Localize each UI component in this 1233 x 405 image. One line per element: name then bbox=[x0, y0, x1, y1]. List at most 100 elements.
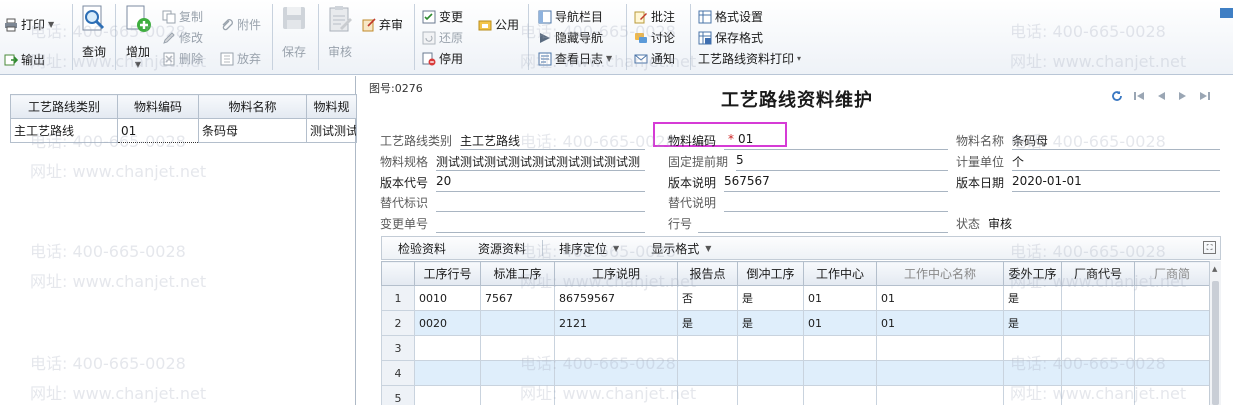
table-row[interactable]: 5 bbox=[381, 385, 1210, 405]
change-button[interactable]: 变更 bbox=[422, 8, 463, 26]
table-cell[interactable] bbox=[677, 385, 738, 405]
table-cell[interactable] bbox=[1061, 385, 1135, 405]
column-header[interactable]: 物料编码 bbox=[117, 94, 199, 119]
abandon-button[interactable]: 放弃 bbox=[220, 50, 261, 68]
table-row[interactable]: 4 bbox=[381, 360, 1210, 386]
table-cell[interactable]: 条码母 bbox=[198, 118, 307, 143]
table-cell[interactable] bbox=[1061, 285, 1135, 311]
save-format-button[interactable]: 保存格式 bbox=[698, 29, 763, 47]
table-cell[interactable]: 测试测试 bbox=[306, 118, 357, 143]
table-cell[interactable] bbox=[554, 335, 678, 361]
table-cell[interactable]: 01 bbox=[876, 285, 1004, 311]
column-header[interactable]: 物料名称 bbox=[198, 94, 307, 119]
column-header[interactable]: 物料规 bbox=[306, 94, 357, 119]
table-cell[interactable] bbox=[414, 360, 481, 386]
column-header[interactable]: 厂商代号 bbox=[1061, 261, 1135, 286]
table-cell[interactable]: 是 bbox=[737, 285, 804, 311]
column-header[interactable]: 工序行号 bbox=[414, 261, 481, 286]
material-code-field[interactable]: 物料编码 * 01 bbox=[668, 130, 948, 150]
table-cell[interactable]: 86759567 bbox=[554, 285, 678, 311]
disable-button[interactable]: 停用 bbox=[422, 50, 463, 68]
table-cell[interactable]: 01 bbox=[803, 310, 877, 336]
table-cell[interactable]: 2121 bbox=[554, 310, 678, 336]
table-row[interactable]: 3 bbox=[381, 335, 1210, 361]
table-cell[interactable] bbox=[1061, 360, 1135, 386]
output-button[interactable]: 输出 bbox=[4, 51, 45, 69]
table-cell[interactable] bbox=[1134, 335, 1210, 361]
table-cell[interactable]: 是 bbox=[677, 310, 738, 336]
table-cell[interactable]: 7567 bbox=[480, 285, 555, 311]
table-cell[interactable] bbox=[1061, 310, 1135, 336]
table-cell[interactable]: 是 bbox=[737, 310, 804, 336]
table-cell[interactable] bbox=[1061, 335, 1135, 361]
version-code-field[interactable]: 版本代号 20 bbox=[380, 172, 645, 192]
prev-record-icon[interactable] bbox=[1155, 90, 1167, 102]
inspect-data-button[interactable]: 检验资料 bbox=[382, 240, 462, 257]
table-cell[interactable] bbox=[1003, 335, 1062, 361]
table-cell[interactable] bbox=[414, 385, 481, 405]
route-type-field[interactable]: 工艺路线类别 主工艺路线 bbox=[380, 130, 645, 150]
table-cell[interactable] bbox=[1134, 385, 1210, 405]
display-format-button[interactable]: 显示格式 ▼ bbox=[635, 240, 727, 257]
table-cell[interactable] bbox=[737, 335, 804, 361]
sort-locate-button[interactable]: 排序定位 ▼ bbox=[543, 240, 635, 257]
format-settings-button[interactable]: 格式设置 bbox=[698, 8, 763, 26]
column-header[interactable]: 工艺路线类别 bbox=[10, 94, 118, 119]
attach-button[interactable]: 附件 bbox=[220, 16, 261, 34]
delete-button[interactable]: 删除 bbox=[162, 50, 203, 68]
modify-button[interactable]: 修改 bbox=[162, 29, 203, 47]
table-cell[interactable] bbox=[480, 385, 555, 405]
copy-button[interactable]: 复制 bbox=[162, 8, 203, 26]
version-desc-field[interactable]: 版本说明 567567 bbox=[668, 172, 948, 192]
ribbon-collapse-tab[interactable] bbox=[1220, 8, 1233, 18]
nav-bar-button[interactable]: 导航栏目 bbox=[538, 8, 603, 26]
sub-flag-field[interactable]: 替代标识 bbox=[380, 192, 645, 212]
table-cell[interactable] bbox=[876, 385, 1004, 405]
hide-nav-button[interactable]: 隐藏导航 bbox=[538, 29, 603, 47]
column-header[interactable]: 报告点 bbox=[677, 261, 738, 286]
table-cell[interactable] bbox=[737, 360, 804, 386]
table-cell[interactable] bbox=[554, 360, 678, 386]
table-cell[interactable] bbox=[1003, 360, 1062, 386]
table-cell[interactable]: 否 bbox=[677, 285, 738, 311]
table-cell[interactable] bbox=[803, 360, 877, 386]
notify-button[interactable]: 通知 bbox=[634, 50, 675, 68]
table-cell[interactable] bbox=[1003, 385, 1062, 405]
table-cell[interactable]: 主工艺路线 bbox=[10, 118, 118, 143]
print-button[interactable]: 打印 ▼ bbox=[4, 16, 54, 34]
table-cell[interactable] bbox=[876, 335, 1004, 361]
next-record-icon[interactable] bbox=[1177, 90, 1189, 102]
table-cell[interactable] bbox=[677, 335, 738, 361]
discuss-button[interactable]: 讨论 bbox=[634, 29, 675, 47]
column-header[interactable]: 工作中心 bbox=[803, 261, 877, 286]
scroll-up-icon[interactable]: ▲ bbox=[1212, 265, 1217, 273]
table-row[interactable]: 1 0010 7567 86759567 否 是 01 01 是 bbox=[381, 285, 1210, 311]
column-header[interactable]: 厂商简 bbox=[1134, 261, 1210, 286]
table-cell[interactable]: 01 bbox=[803, 285, 877, 311]
audit-button[interactable]: 审核 bbox=[322, 4, 358, 70]
column-header[interactable]: 委外工序 bbox=[1003, 261, 1062, 286]
table-cell[interactable] bbox=[1134, 310, 1210, 336]
column-header[interactable]: 工作中心名称 bbox=[876, 261, 1004, 286]
table-cell[interactable] bbox=[1134, 285, 1210, 311]
change-no-field[interactable]: 变更单号 bbox=[380, 213, 645, 233]
table-cell[interactable] bbox=[737, 385, 804, 405]
grid-scrollbar[interactable]: ▲ bbox=[1209, 261, 1221, 405]
save-button[interactable]: 保存 bbox=[276, 4, 312, 70]
material-name-field[interactable]: 物料名称 条码母 bbox=[956, 130, 1220, 150]
table-cell[interactable]: 0010 bbox=[414, 285, 481, 311]
table-cell[interactable]: 是 bbox=[1003, 285, 1062, 311]
abandon-audit-button[interactable]: 弃审 bbox=[362, 16, 403, 34]
lead-time-field[interactable]: 固定提前期 5 bbox=[668, 151, 948, 171]
column-header[interactable]: 工序说明 bbox=[554, 261, 678, 286]
table-cell[interactable] bbox=[554, 385, 678, 405]
unit-field[interactable]: 计量单位 个 bbox=[956, 151, 1220, 171]
table-cell[interactable] bbox=[876, 360, 1004, 386]
table-cell[interactable] bbox=[803, 385, 877, 405]
restore-button[interactable]: 还原 bbox=[422, 29, 463, 47]
column-header[interactable]: 标准工序 bbox=[480, 261, 555, 286]
view-log-button[interactable]: 查看日志 ▼ bbox=[538, 50, 612, 68]
first-record-icon[interactable] bbox=[1133, 90, 1145, 102]
table-row[interactable]: 主工艺路线 01 条码母 测试测试 bbox=[10, 118, 357, 143]
table-cell[interactable] bbox=[1134, 360, 1210, 386]
